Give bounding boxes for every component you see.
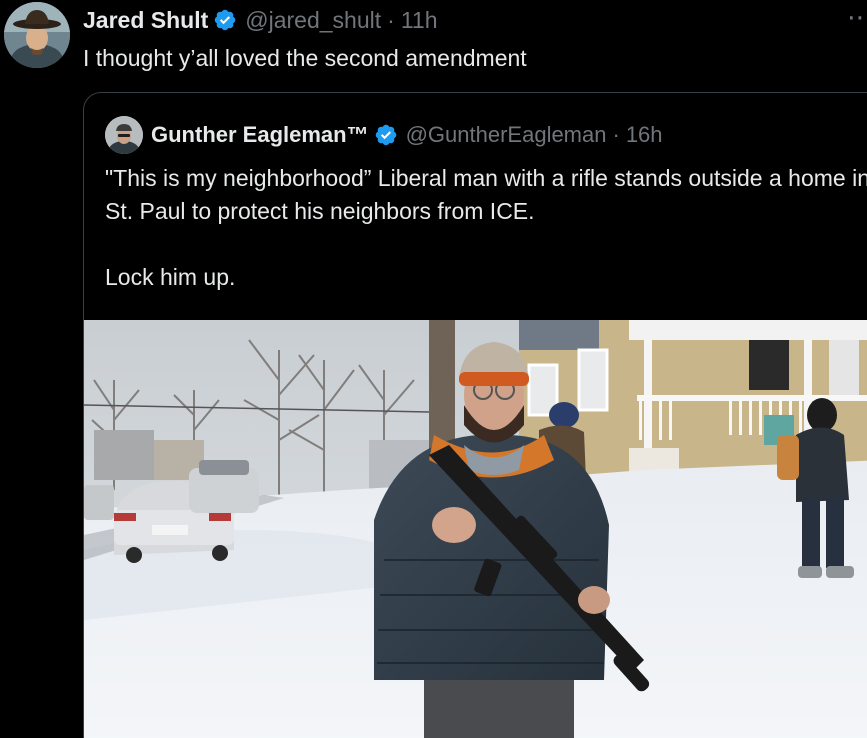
more-icon[interactable]: ⋯ (847, 2, 867, 33)
quoted-tweet-timestamp[interactable]: 16h (626, 121, 663, 149)
separator-dot: · (612, 122, 620, 147)
quoted-tweet-paragraph: "This is my neighborhood” Liberal man wi… (105, 165, 867, 224)
author-avatar[interactable] (4, 2, 70, 68)
quoted-tweet-text: "This is my neighborhood” Liberal man wi… (105, 162, 867, 294)
quoted-tweet-card[interactable]: Gunther Eagleman™ @GuntherEagleman · 16h… (83, 92, 867, 738)
quoted-author-handle[interactable]: @GuntherEagleman (406, 121, 607, 149)
quoted-tweet-photo[interactable] (84, 320, 867, 738)
tweet-text: I thought y’all loved the second amendme… (83, 45, 527, 71)
quoted-tweet-paragraph: Lock him up. (105, 264, 236, 290)
tweet-screen: Jared Shult @jared_shult · 11h ⋯ I thoug… (0, 0, 867, 738)
verified-badge-icon[interactable] (213, 8, 237, 32)
quoted-tweet-header: Gunther Eagleman™ @GuntherEagleman · 16h (151, 121, 663, 149)
verified-badge-icon[interactable] (374, 123, 398, 147)
quoted-author-avatar[interactable] (105, 116, 143, 154)
author-display-name[interactable]: Jared Shult (83, 6, 208, 34)
tweet-timestamp[interactable]: 11h (401, 6, 438, 34)
tweet-header: Jared Shult @jared_shult · 11h (83, 6, 437, 34)
separator-dot: · (387, 7, 395, 33)
author-handle[interactable]: @jared_shult (245, 6, 381, 34)
quoted-author-display-name[interactable]: Gunther Eagleman™ (151, 121, 369, 149)
